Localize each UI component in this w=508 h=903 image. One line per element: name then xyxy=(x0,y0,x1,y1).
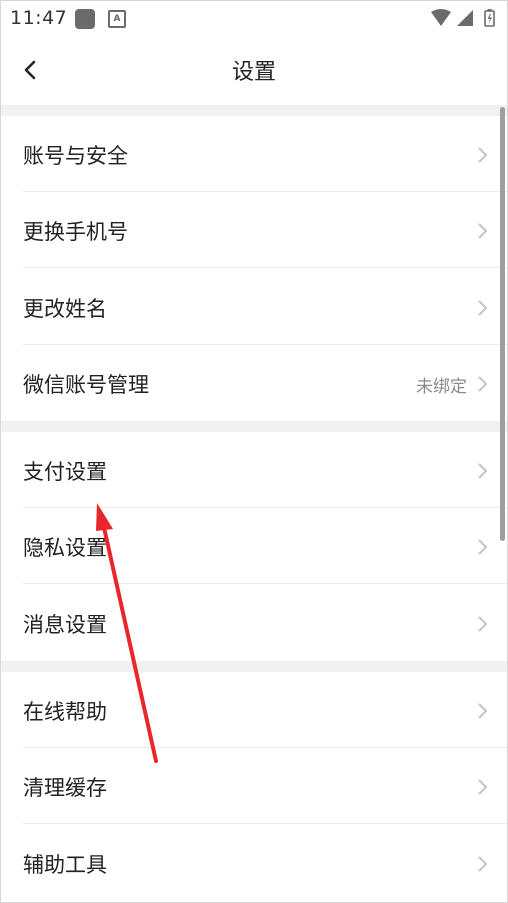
status-bar: 11:47 A xyxy=(1,1,507,35)
settings-item-privacy[interactable]: 隐私设置 xyxy=(1,508,507,584)
section-divider xyxy=(1,105,507,116)
settings-item-online-help[interactable]: 在线帮助 xyxy=(1,672,507,748)
chevron-right-icon xyxy=(478,539,488,555)
settings-item-payment[interactable]: 支付设置 xyxy=(1,432,507,508)
row-divider xyxy=(23,267,507,268)
status-indicators xyxy=(429,8,501,28)
notification-a-icon: A xyxy=(108,10,126,28)
section-divider xyxy=(1,421,507,432)
row-divider xyxy=(23,583,507,584)
chevron-right-icon xyxy=(478,376,488,392)
settings-item-change-name[interactable]: 更改姓名 xyxy=(1,269,507,345)
settings-item-account-security[interactable]: 账号与安全 xyxy=(1,116,507,192)
section-divider xyxy=(1,661,507,672)
chevron-right-icon xyxy=(478,616,488,632)
settings-item-label: 支付设置 xyxy=(23,460,107,484)
settings-item-notifications[interactable]: 消息设置 xyxy=(1,585,507,661)
settings-item-label: 隐私设置 xyxy=(23,536,107,560)
scrollbar-thumb[interactable] xyxy=(500,107,505,541)
settings-item-label: 更改姓名 xyxy=(23,297,107,321)
settings-item-label: 清理缓存 xyxy=(23,776,107,800)
header-bar: 设置 xyxy=(1,35,507,105)
chevron-right-icon xyxy=(478,779,488,795)
settings-item-label: 微信账号管理 xyxy=(23,373,149,397)
chevron-right-icon xyxy=(478,856,488,872)
settings-item-label: 账号与安全 xyxy=(23,144,128,168)
chevron-right-icon xyxy=(478,223,488,239)
status-time: 11:47 xyxy=(10,7,68,29)
wechat-binding-status: 未绑定 xyxy=(416,377,467,397)
app-screen: 11:47 A 设置 账号与安全 更换手机号 更改姓名 微信账号管理 未绑定 支… xyxy=(0,0,508,903)
settings-item-change-phone[interactable]: 更换手机号 xyxy=(1,192,507,268)
settings-item-label: 消息设置 xyxy=(23,613,107,637)
battery-icon xyxy=(484,9,495,27)
chevron-right-icon xyxy=(478,147,488,163)
notification-app-icon xyxy=(75,9,95,29)
cell-signal-icon xyxy=(457,10,473,26)
settings-item-wechat-account[interactable]: 微信账号管理 未绑定 xyxy=(1,345,507,421)
settings-item-accessibility-tools[interactable]: 辅助工具 xyxy=(1,825,507,901)
chevron-right-icon xyxy=(478,300,488,316)
settings-item-label: 在线帮助 xyxy=(23,700,107,724)
chevron-right-icon xyxy=(478,463,488,479)
settings-item-clear-cache[interactable]: 清理缓存 xyxy=(1,748,507,824)
settings-item-label: 辅助工具 xyxy=(23,853,107,877)
settings-item-label: 更换手机号 xyxy=(23,220,128,244)
wifi-icon xyxy=(431,9,451,26)
row-divider xyxy=(23,823,507,824)
page-title: 设置 xyxy=(231,60,276,85)
chevron-right-icon xyxy=(478,703,488,719)
